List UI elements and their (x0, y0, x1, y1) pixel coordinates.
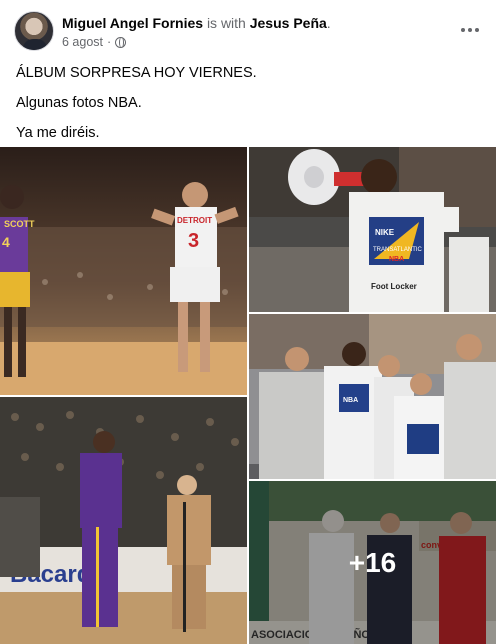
tile1-number-left: 4 (2, 234, 10, 250)
tile2-shirt-line1: TRANSATLANTIC (373, 247, 423, 253)
more-photos-count: +16 (348, 546, 397, 578)
post-meta: 6 agost · (62, 35, 127, 49)
tile1-jersey-left: SCOTT (4, 219, 35, 229)
post-body: ÁLBUM SORPRESA HOY VIERNES. Algunas foto… (16, 63, 476, 153)
more-dots-icon[interactable] (458, 18, 482, 42)
tile2-shirt-brand: NIKE (375, 228, 395, 237)
author-avatar[interactable] (14, 11, 54, 51)
photo-1-image: SCOTT 4 DETROIT 3 (0, 147, 247, 395)
tile3-shirt-label: NBA (343, 397, 358, 404)
tile2-shirt-sponsor: Foot Locker (371, 282, 417, 291)
date-separator: · (107, 35, 112, 49)
with-text: is with (206, 15, 246, 31)
post-line-2: Algunas fotos NBA. (16, 95, 142, 111)
tile2-shirt-line2: NBA (389, 256, 404, 263)
photo-3-image: NBA (249, 314, 496, 479)
post-line-3: Ya me diréis. (16, 125, 100, 141)
globe-icon (115, 36, 127, 48)
post-author-line: Miguel Angel Fornies is with Jesus Peña. (62, 14, 331, 32)
photo-2-image: NIKE TRANSATLANTIC NBA Foot Locker (249, 147, 496, 312)
photo-4[interactable]: Bacardi (0, 397, 247, 644)
photo-2[interactable]: NIKE TRANSATLANTIC NBA Foot Locker (249, 147, 496, 312)
tagged-person[interactable]: Jesus Peña (250, 15, 327, 31)
tile1-number-main: 3 (188, 230, 199, 252)
post-date[interactable]: 6 agost (62, 35, 103, 49)
more-photos-overlay[interactable]: +16 (249, 481, 496, 644)
photo-5[interactable]: conve ASOCIACION ESPAÑOLA +16 (249, 481, 496, 644)
tagged-suffix: . (326, 15, 331, 31)
photo-4-image: Bacardi (0, 397, 247, 644)
tile1-jersey-main: DETROIT (177, 216, 212, 225)
photo-3[interactable]: NBA (249, 314, 496, 479)
post-header: Miguel Angel Fornies is with Jesus Peña.… (0, 0, 496, 58)
post-line-1: ÁLBUM SORPRESA HOY VIERNES. (16, 65, 257, 81)
photo-1[interactable]: SCOTT 4 DETROIT 3 (0, 147, 247, 395)
author-name[interactable]: Miguel Angel Fornies (62, 15, 203, 31)
